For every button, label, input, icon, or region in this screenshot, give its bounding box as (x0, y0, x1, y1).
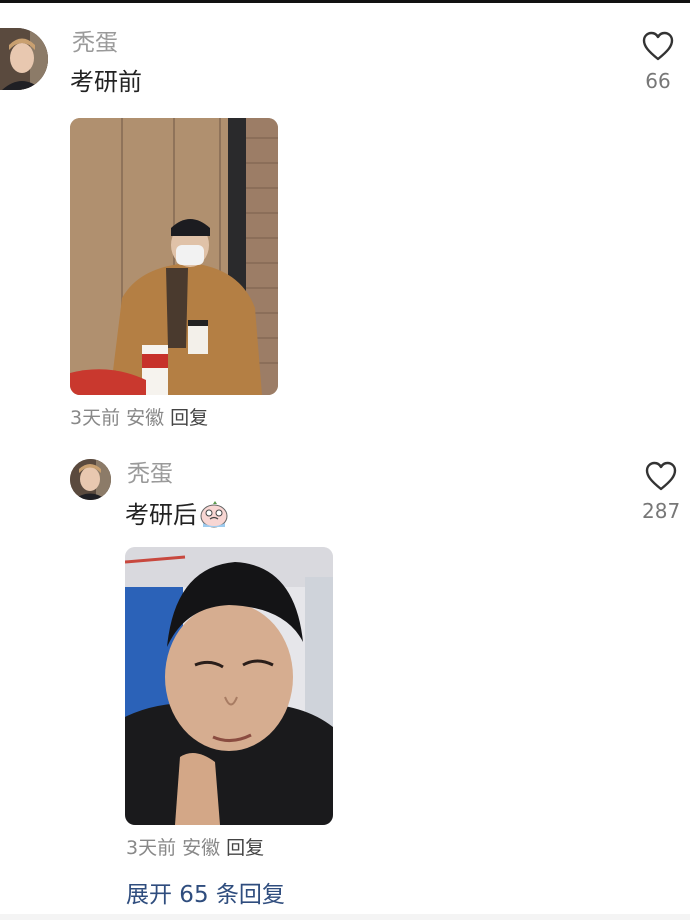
avatar[interactable] (70, 459, 111, 500)
bottom-divider (0, 914, 690, 920)
like-button[interactable]: 66 (642, 31, 674, 91)
reply-button[interactable]: 回复 (226, 837, 264, 859)
like-button[interactable]: 287 (642, 461, 680, 521)
location: 安徽 (182, 837, 221, 859)
comment-text: 考研前 (70, 68, 142, 96)
username[interactable]: 秃蛋 (72, 32, 118, 55)
reply-meta: 3天前 安徽 回复 (126, 839, 264, 858)
comment-meta: 3天前 安徽 回复 (70, 409, 208, 428)
timestamp: 3天前 (70, 407, 121, 429)
like-count: 287 (642, 499, 681, 523)
reply-button[interactable]: 回复 (170, 407, 208, 429)
location: 安徽 (126, 407, 165, 429)
reply-text-content: 考研后 (125, 501, 197, 529)
comment-photo[interactable] (70, 118, 278, 395)
heart-icon (645, 461, 677, 491)
reply-text: 考研后 (125, 499, 229, 529)
timestamp: 3天前 (126, 837, 177, 859)
crying-emoji-icon (200, 501, 228, 528)
heart-icon (642, 31, 674, 61)
username[interactable]: 秃蛋 (127, 463, 173, 486)
expand-replies-link[interactable]: 展开 65 条回复 (126, 884, 285, 907)
top-divider (0, 0, 690, 3)
reply-photo[interactable] (125, 547, 333, 825)
like-count: 66 (645, 69, 671, 93)
avatar[interactable] (0, 28, 48, 90)
